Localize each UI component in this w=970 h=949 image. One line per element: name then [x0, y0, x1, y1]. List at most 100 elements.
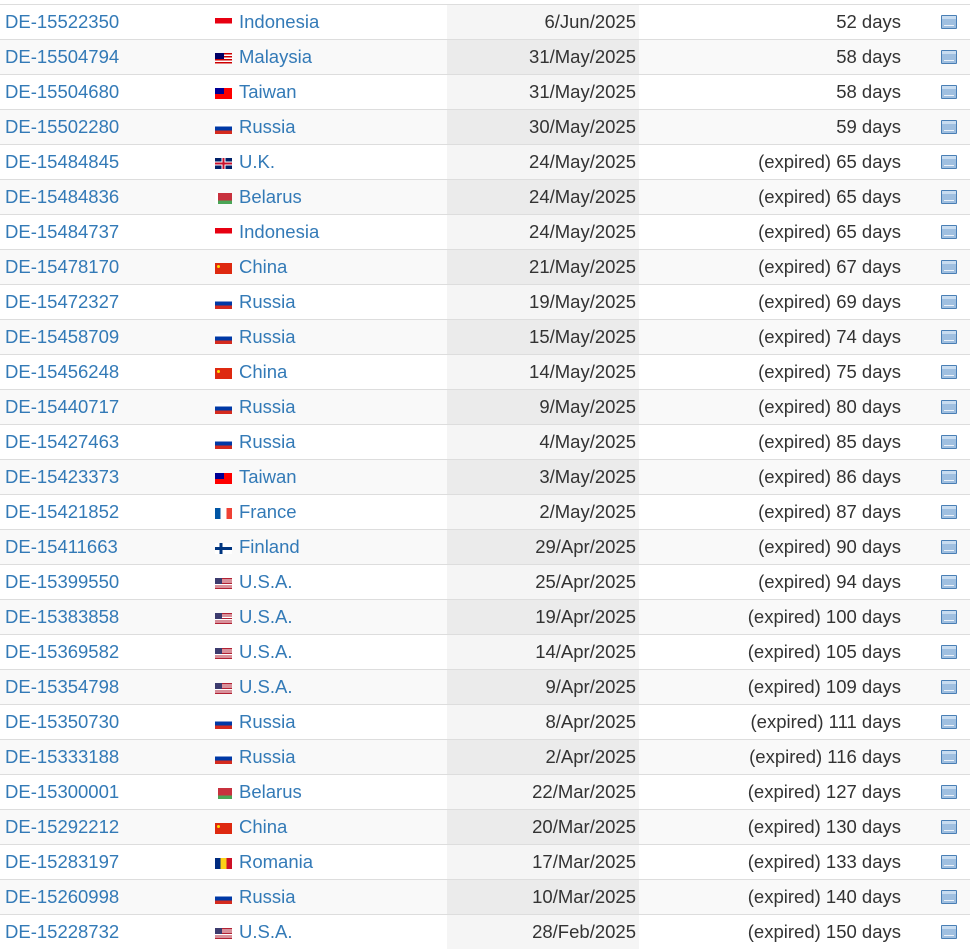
details-icon[interactable]	[941, 820, 957, 834]
country-link[interactable]: Russia	[239, 116, 296, 137]
details-icon[interactable]	[941, 225, 957, 239]
country-link[interactable]: U.S.A.	[239, 606, 292, 627]
country-link[interactable]: Russia	[239, 886, 296, 907]
date-cell: 15/May/2025	[447, 320, 639, 355]
record-id-link[interactable]: DE-15427463	[5, 431, 119, 452]
details-icon[interactable]	[941, 190, 957, 204]
table-row: DE-15421852France2/May/2025(expired) 87 …	[0, 495, 970, 530]
country-link[interactable]: Russia	[239, 396, 296, 417]
details-icon[interactable]	[941, 15, 957, 29]
record-id-link[interactable]: DE-15484836	[5, 186, 119, 207]
details-icon[interactable]	[941, 435, 957, 449]
country-link[interactable]: Taiwan	[239, 466, 297, 487]
details-icon[interactable]	[941, 750, 957, 764]
record-id-link[interactable]: DE-15260998	[5, 886, 119, 907]
country-link[interactable]: Belarus	[239, 781, 302, 802]
record-id-link[interactable]: DE-15504794	[5, 46, 119, 67]
country-link[interactable]: Russia	[239, 746, 296, 767]
details-icon[interactable]	[941, 890, 957, 904]
details-icon[interactable]	[941, 470, 957, 484]
details-icon[interactable]	[941, 400, 957, 414]
record-id-link[interactable]: DE-15333188	[5, 746, 119, 767]
table-row: DE-15440717Russia9/May/2025(expired) 80 …	[0, 390, 970, 425]
table-row: DE-15502280Russia30/May/202559 days	[0, 110, 970, 145]
record-id-link[interactable]: DE-15300001	[5, 781, 119, 802]
record-id-cell: DE-15458709	[0, 320, 215, 355]
details-icon[interactable]	[941, 855, 957, 869]
country-link[interactable]: Russia	[239, 711, 296, 732]
record-id-link[interactable]: DE-15292212	[5, 816, 119, 837]
country-link[interactable]: Russia	[239, 431, 296, 452]
record-id-link[interactable]: DE-15411663	[5, 536, 118, 557]
record-id-link[interactable]: DE-15504680	[5, 81, 119, 102]
details-icon[interactable]	[941, 610, 957, 624]
record-id-link[interactable]: DE-15369582	[5, 641, 119, 662]
details-icon[interactable]	[941, 575, 957, 589]
details-cell	[910, 635, 970, 670]
country-link[interactable]: U.S.A.	[239, 571, 292, 592]
country-link[interactable]: China	[239, 256, 287, 277]
record-id-link[interactable]: DE-15522350	[5, 11, 119, 32]
record-id-link[interactable]: DE-15440717	[5, 396, 119, 417]
country-link[interactable]: Belarus	[239, 186, 302, 207]
record-id-cell: DE-15354798	[0, 670, 215, 705]
details-icon[interactable]	[941, 85, 957, 99]
details-icon[interactable]	[941, 785, 957, 799]
flag-icon	[215, 18, 232, 29]
country-link[interactable]: Russia	[239, 326, 296, 347]
record-id-cell: DE-15484836	[0, 180, 215, 215]
details-icon[interactable]	[941, 365, 957, 379]
details-icon[interactable]	[941, 645, 957, 659]
details-icon[interactable]	[941, 680, 957, 694]
details-icon[interactable]	[941, 505, 957, 519]
details-icon[interactable]	[941, 330, 957, 344]
country-link[interactable]: U.S.A.	[239, 921, 292, 942]
details-icon[interactable]	[941, 50, 957, 64]
record-id-link[interactable]: DE-15472327	[5, 291, 119, 312]
record-id-link[interactable]: DE-15283197	[5, 851, 119, 872]
country-link[interactable]: U.S.A.	[239, 676, 292, 697]
country-link[interactable]: U.K.	[239, 151, 275, 172]
record-id-link[interactable]: DE-15383858	[5, 606, 119, 627]
country-link[interactable]: Indonesia	[239, 11, 319, 32]
records-table-body: DE-15522350Indonesia6/Jun/202552 daysDE-…	[0, 5, 970, 949]
details-icon[interactable]	[941, 260, 957, 274]
country-link[interactable]: Taiwan	[239, 81, 297, 102]
country-link[interactable]: U.S.A.	[239, 641, 292, 662]
record-id-link[interactable]: DE-15484845	[5, 151, 119, 172]
details-icon[interactable]	[941, 540, 957, 554]
details-icon[interactable]	[941, 295, 957, 309]
country-cell: Romania	[215, 845, 447, 880]
details-icon[interactable]	[941, 925, 957, 939]
table-row: DE-15369582U.S.A.14/Apr/2025(expired) 10…	[0, 635, 970, 670]
record-id-link[interactable]: DE-15478170	[5, 256, 119, 277]
country-link[interactable]: Finland	[239, 536, 300, 557]
record-id-link[interactable]: DE-15228732	[5, 921, 119, 942]
details-cell	[910, 705, 970, 740]
country-link[interactable]: China	[239, 816, 287, 837]
record-id-link[interactable]: DE-15458709	[5, 326, 119, 347]
flag-icon	[215, 718, 232, 729]
table-row: DE-15423373Taiwan3/May/2025(expired) 86 …	[0, 460, 970, 495]
country-link[interactable]: Russia	[239, 291, 296, 312]
record-id-link[interactable]: DE-15354798	[5, 676, 119, 697]
country-link[interactable]: Indonesia	[239, 221, 319, 242]
country-link[interactable]: Romania	[239, 851, 313, 872]
record-id-link[interactable]: DE-15421852	[5, 501, 119, 522]
record-id-cell: DE-15484845	[0, 145, 215, 180]
record-id-link[interactable]: DE-15423373	[5, 466, 119, 487]
country-link[interactable]: Malaysia	[239, 46, 312, 67]
record-id-link[interactable]: DE-15456248	[5, 361, 119, 382]
details-icon[interactable]	[941, 120, 957, 134]
details-icon[interactable]	[941, 715, 957, 729]
record-id-cell: DE-15502280	[0, 110, 215, 145]
country-link[interactable]: France	[239, 501, 297, 522]
details-cell	[910, 845, 970, 880]
country-link[interactable]: China	[239, 361, 287, 382]
record-id-link[interactable]: DE-15484737	[5, 221, 119, 242]
record-id-link[interactable]: DE-15350730	[5, 711, 119, 732]
details-icon[interactable]	[941, 155, 957, 169]
record-id-link[interactable]: DE-15502280	[5, 116, 119, 137]
record-id-link[interactable]: DE-15399550	[5, 571, 119, 592]
date-cell: 24/May/2025	[447, 145, 639, 180]
